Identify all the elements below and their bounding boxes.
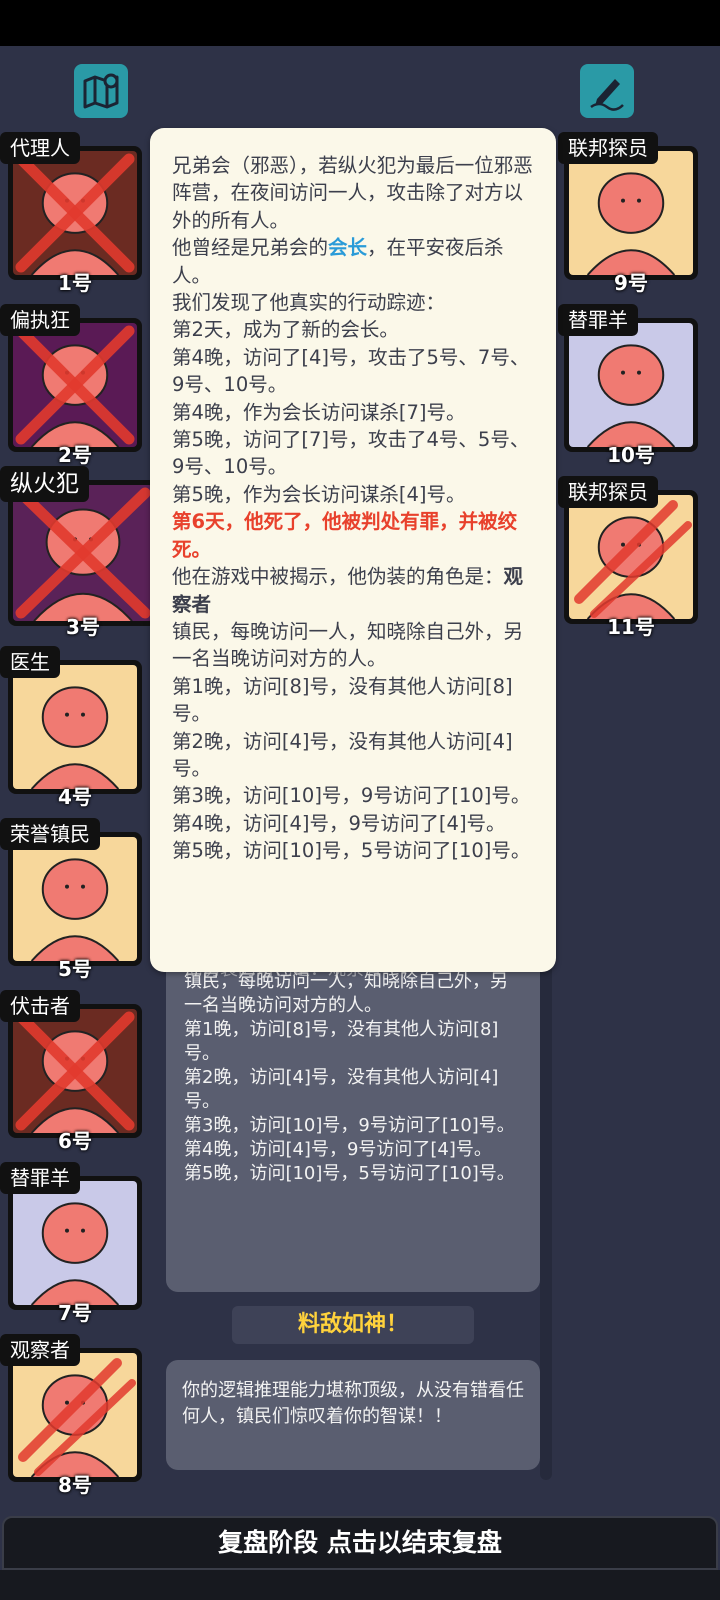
player-role-tag: 纵火犯 [0, 466, 89, 502]
reveal-log-panel[interactable]: 他伪装的角色是：观察者 镇民，每晚访问一人，知晓除自己外，另一名当晚访问对方的人… [166, 920, 540, 1292]
player-portrait-frame [8, 1348, 142, 1482]
log-line: 第4晚，访问[4]号，9号访问了[4]号。 [184, 1139, 492, 1160]
player-role-tag: 观察者 [0, 1334, 80, 1366]
player-portrait-frame [564, 146, 698, 280]
trace-line: 第4晚，访问了[4]号，攻击了5号、7号、9号、10号。 [172, 345, 530, 397]
log-line: 第2晚，访问[4]号，没有其他人访问[4]号。 [184, 1067, 499, 1112]
role-history: 他曾经是兄弟会的会长，在平安夜后杀人。 [172, 236, 504, 287]
player-portrait [569, 151, 693, 275]
player-portrait-frame [8, 832, 142, 966]
trace-line: 第4晚，作为会长访问谋杀[7]号。 [172, 400, 466, 424]
player-role-tag: 医生 [0, 646, 60, 678]
player-portrait [13, 151, 137, 275]
role-description: 兄弟会（邪恶），若纵火犯为最后一位邪恶阵营，在夜间访问一人，攻击除了对方以外的所… [172, 154, 533, 232]
player-portrait-frame [8, 660, 142, 794]
end-review-button[interactable]: 复盘阶段 点击以结束复盘 [2, 1516, 718, 1570]
player-portrait [569, 495, 693, 619]
player-portrait-frame [564, 490, 698, 624]
bottom-fill [0, 1570, 720, 1600]
player-role-tag: 替罪羊 [0, 1162, 80, 1194]
player-role-tag: 荣誉镇民 [0, 818, 100, 850]
observer-line: 第2晚，访问[4]号，没有其他人访问[4]号。 [172, 729, 513, 780]
player-number: 5号 [58, 957, 92, 981]
trace-line: 第2天，成为了新的会长。 [172, 318, 399, 342]
player-portrait-frame [8, 318, 142, 452]
player-card-10号[interactable]: 替罪羊 10号 [556, 304, 698, 467]
player-number: 2号 [58, 443, 92, 467]
scrollbar[interactable] [540, 920, 552, 1480]
trace-heading: 我们发现了他真实的行动踪迹： [172, 291, 446, 315]
player-role-tag: 代理人 [0, 132, 80, 164]
award-title: 料敌如神！ [232, 1306, 474, 1344]
player-number: 9号 [614, 271, 648, 295]
player-number: 7号 [58, 1301, 92, 1325]
award-text: 你的逻辑推理能力堪称顶级，从没有错看任何人，镇民们惊叹着你的智谋！！ [182, 1380, 524, 1427]
player-portrait-frame [8, 1004, 142, 1138]
player-number: 4号 [58, 785, 92, 809]
leader-link[interactable]: 会长 [328, 236, 367, 259]
player-role-tag: 联邦探员 [558, 132, 658, 164]
observer-line: 第5晚，访问[10]号，5号访问了[10]号。 [172, 839, 531, 863]
observer-line: 镇民，每晚访问一人，知晓除自己外，另一名当晚访问对方的人。 [172, 619, 524, 671]
award-panel: 你的逻辑推理能力堪称顶级，从没有错看任何人，镇民们惊叹着你的智谋！！ [166, 1360, 540, 1470]
player-card-2号[interactable]: 偏执狂 2号 [0, 304, 142, 467]
player-card-5号[interactable]: 荣誉镇民 5号 [0, 818, 142, 981]
player-number: 6号 [58, 1129, 92, 1153]
player-portrait [13, 323, 137, 447]
status-bar [0, 0, 720, 46]
player-portrait-frame [8, 1176, 142, 1310]
player-card-6号[interactable]: 伏击者 6号 [0, 990, 142, 1153]
player-portrait [13, 1353, 137, 1477]
player-card-7号[interactable]: 替罪羊 7号 [0, 1162, 142, 1325]
player-role-tag: 伏击者 [0, 990, 80, 1022]
edit-note-icon[interactable] [580, 64, 634, 118]
player-portrait [569, 323, 693, 447]
player-portrait-frame [564, 318, 698, 452]
player-card-8号[interactable]: 观察者 8号 [0, 1334, 142, 1497]
dead-x-mark [574, 500, 692, 618]
player-card-3号[interactable]: 纵火犯 3号 [0, 466, 160, 639]
player-number: 10号 [607, 443, 655, 467]
player-number: 8号 [58, 1473, 92, 1497]
player-card-11号[interactable]: 联邦探员 11号 [556, 476, 698, 639]
player-role-tag: 替罪羊 [558, 304, 638, 336]
dead-x-mark [18, 1358, 136, 1476]
map-icon[interactable] [74, 64, 128, 118]
player-portrait [13, 665, 137, 789]
player-number: 11号 [607, 615, 655, 639]
trace-line: 第5晚，作为会长访问谋杀[4]号。 [172, 482, 466, 506]
dead-x-mark [15, 1011, 135, 1131]
player-card-1号[interactable]: 代理人 1号 [0, 132, 142, 295]
disguise-reveal: 他在游戏中被揭示，他伪装的角色是：观察者 [172, 565, 524, 616]
observer-line: 第3晚，访问[10]号，9号访问了[10]号。 [172, 784, 531, 808]
log-line: 第3晚，访问[10]号，9号访问了[10]号。 [184, 1115, 515, 1136]
observer-line: 第4晚，访问[4]号，9号访问了[4]号。 [172, 811, 506, 835]
player-card-9号[interactable]: 联邦探员 9号 [556, 132, 698, 295]
dead-x-mark [15, 325, 135, 445]
player-role-tag: 联邦探员 [558, 476, 658, 508]
log-line: 第5晚，访问[10]号，5号访问了[10]号。 [184, 1163, 515, 1184]
player-card-4号[interactable]: 医生 4号 [0, 646, 142, 809]
player-portrait [13, 1009, 137, 1133]
dead-x-mark [15, 153, 135, 273]
death-note: 第6天，他死了，他被判处有罪，并被绞死。 [172, 510, 518, 561]
role-detail-popup[interactable]: 兄弟会（邪恶），若纵火犯为最后一位邪恶阵营，在夜间访问一人，攻击除了对方以外的所… [150, 128, 556, 972]
player-portrait [13, 1181, 137, 1305]
player-portrait-frame [8, 146, 142, 280]
observer-line: 第1晚，访问[8]号，没有其他人访问[8]号。 [172, 674, 513, 726]
player-number: 3号 [66, 615, 100, 639]
player-number: 1号 [58, 271, 92, 295]
log-line: 第1晚，访问[8]号，没有其他人访问[8]号。 [184, 1019, 499, 1064]
trace-line: 第5晚，访问了[7]号，攻击了4号、5号、9号、10号。 [172, 428, 530, 479]
player-portrait [13, 485, 153, 621]
player-role-tag: 偏执狂 [0, 304, 80, 336]
dead-x-mark [15, 487, 151, 619]
player-portrait [13, 837, 137, 961]
